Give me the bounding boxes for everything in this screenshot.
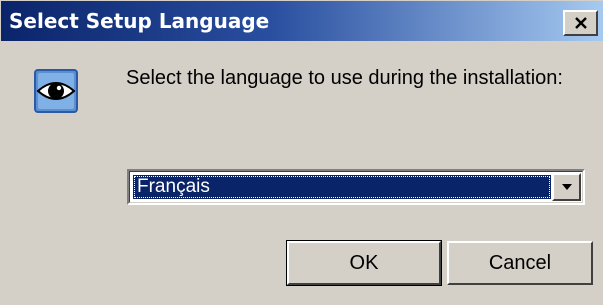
dropdown-arrow-icon <box>562 184 572 190</box>
dropdown-button[interactable] <box>552 173 581 201</box>
language-select[interactable]: Français <box>127 169 585 205</box>
close-button[interactable] <box>563 10 598 36</box>
eye-icon <box>34 69 78 113</box>
language-prompt: Select the language to use during the in… <box>126 67 563 89</box>
title-bar[interactable]: Select Setup Language <box>1 1 603 41</box>
ok-button[interactable]: OK <box>286 240 442 286</box>
setup-language-dialog: Select Setup Language Select the languag… <box>0 0 603 305</box>
cancel-button[interactable]: Cancel <box>447 241 593 285</box>
window-title: Select Setup Language <box>9 9 270 33</box>
close-icon <box>575 17 587 29</box>
language-select-value[interactable]: Français <box>133 175 551 199</box>
